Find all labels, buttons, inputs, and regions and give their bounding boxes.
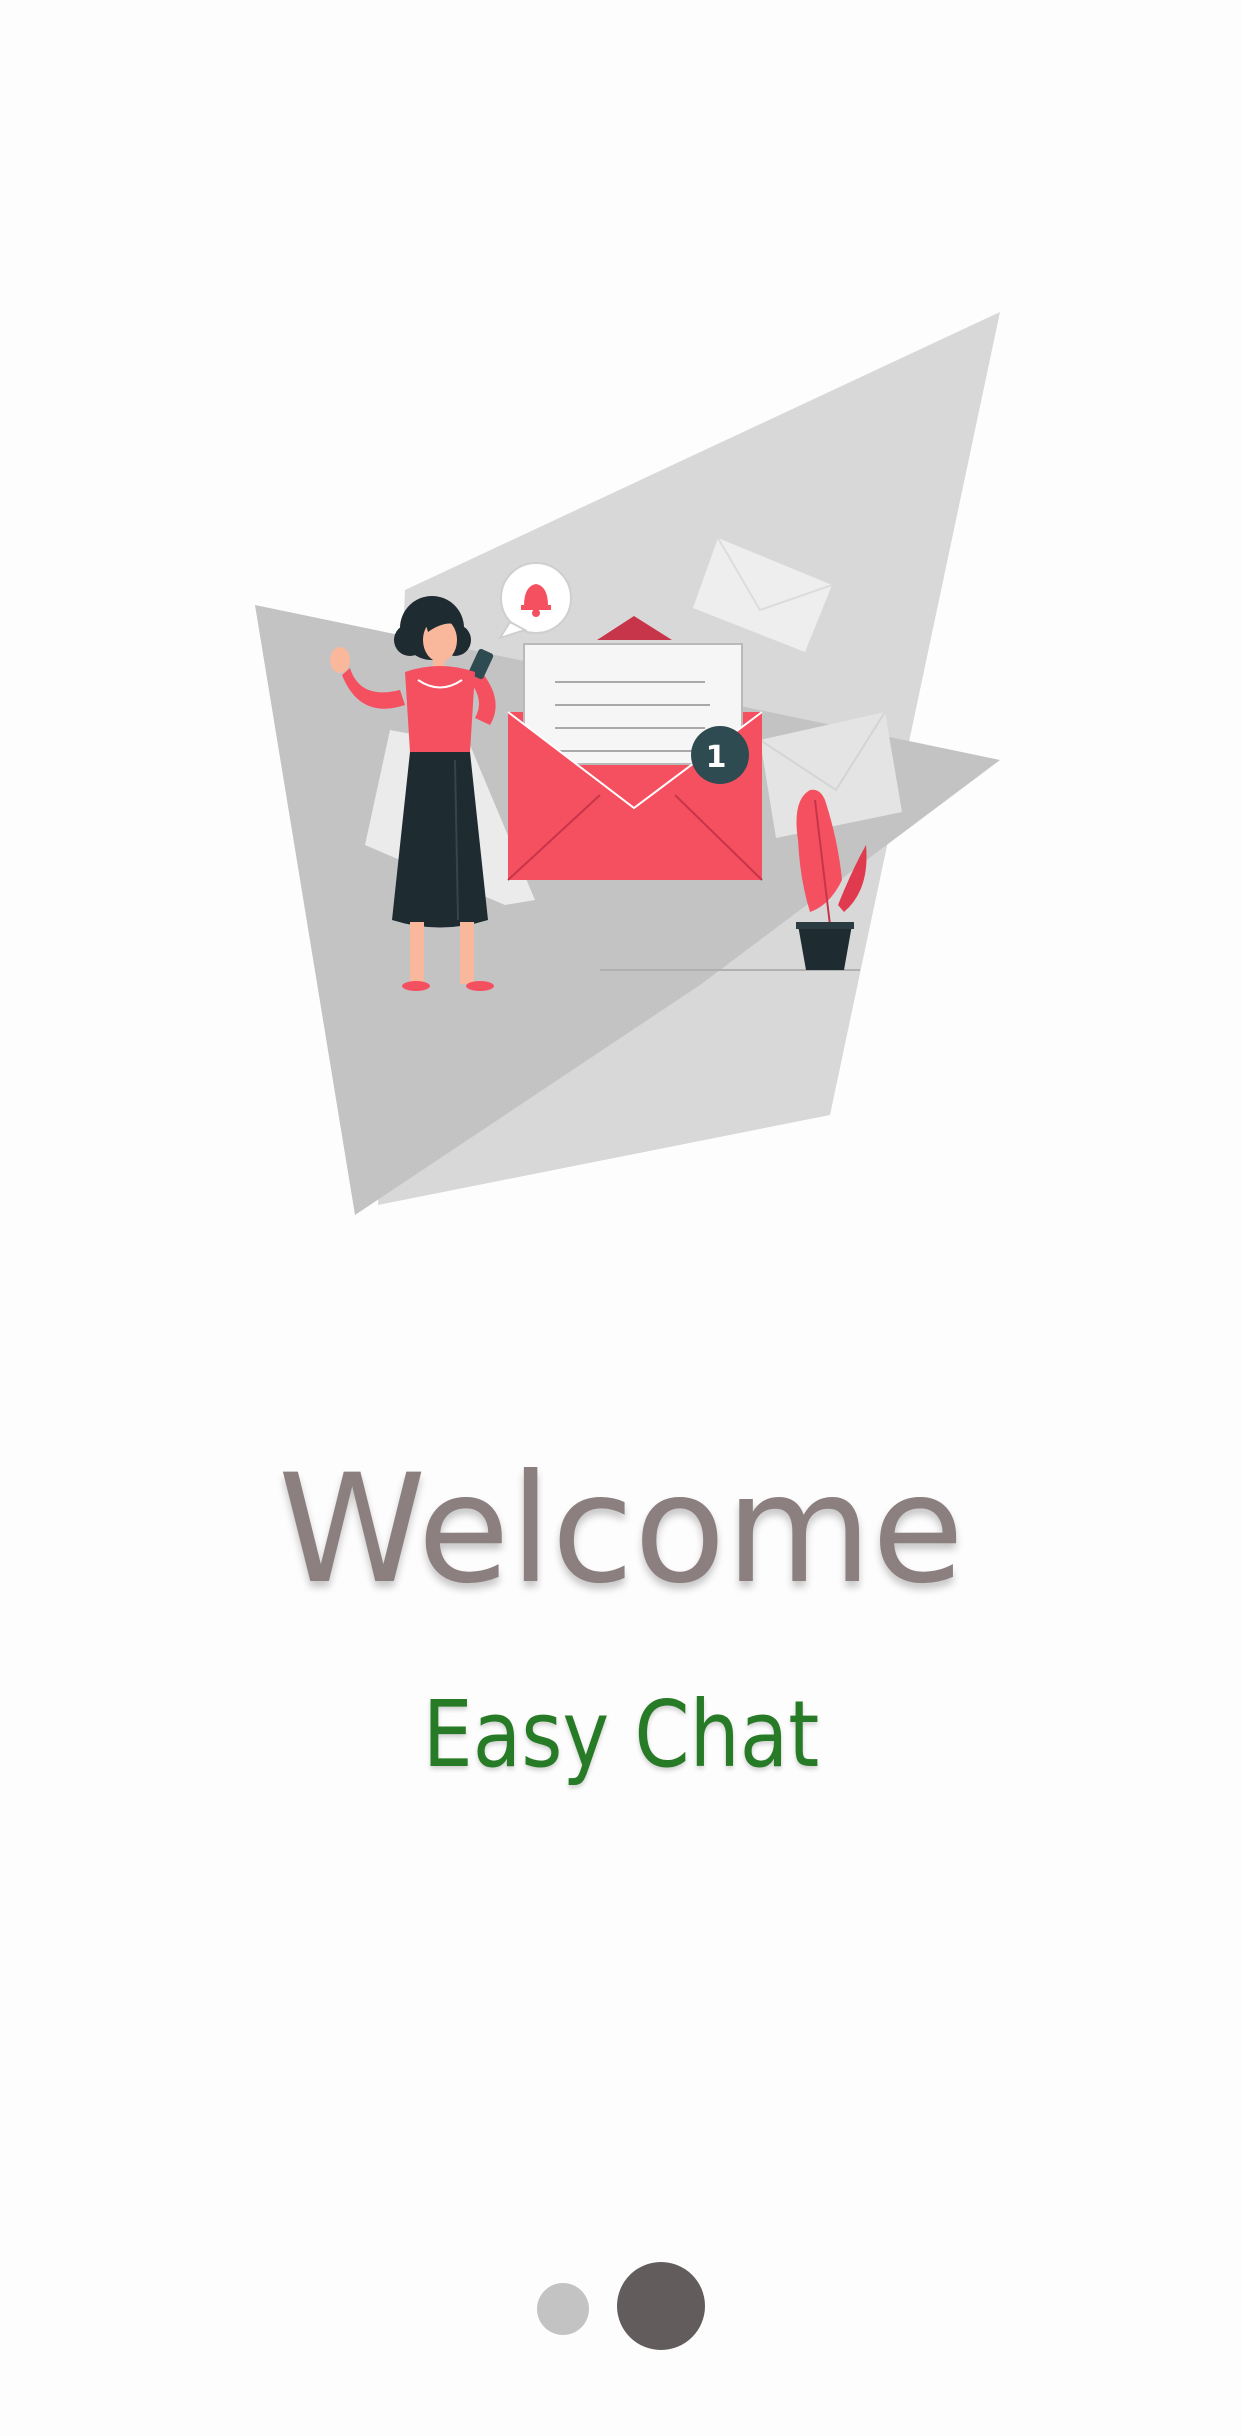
page-indicator-dot-1[interactable] [537,2283,589,2335]
notification-count: 1 [706,740,727,775]
app-name-subtitle: Easy Chat [422,1681,820,1788]
welcome-title: Welcome [277,1443,965,1617]
page-indicator-dot-2-active[interactable] [617,2262,705,2350]
onboarding-illustration: 1 [255,312,1000,1215]
page-indicator [0,2262,1242,2352]
notification-badge: 1 [691,726,749,784]
